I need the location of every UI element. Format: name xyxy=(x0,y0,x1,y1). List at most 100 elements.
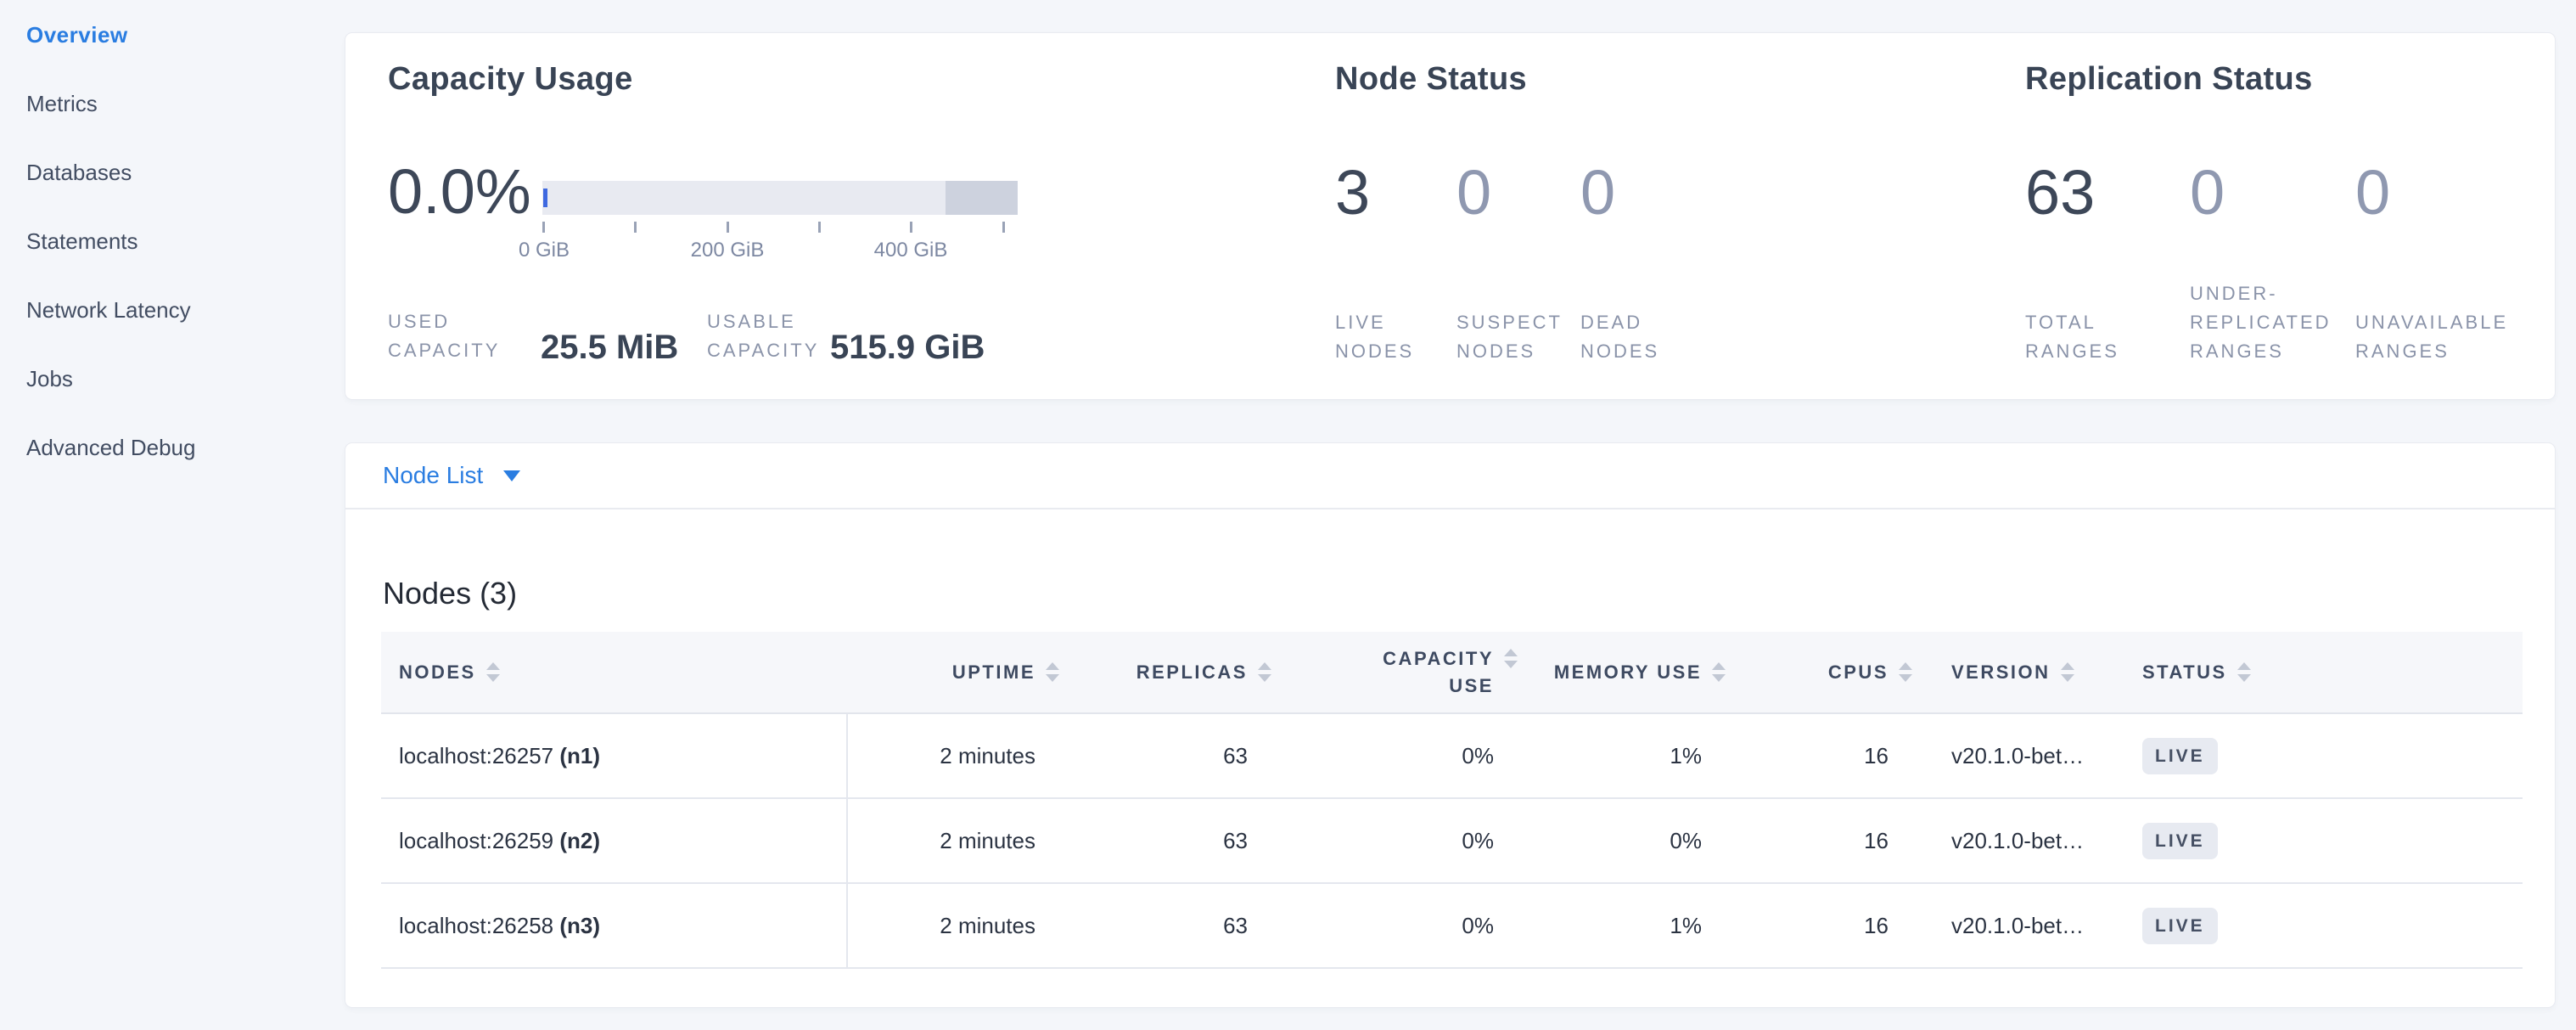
sidebar-item-databases[interactable]: Databases xyxy=(0,160,345,228)
capacity-bar-used-segment xyxy=(543,189,547,207)
status-cell: LIVE xyxy=(2113,883,2523,968)
axis-label: 400 GiB xyxy=(874,239,948,262)
column-header-nodes[interactable]: NODES xyxy=(381,632,847,713)
table-row[interactable]: localhost:26259 (n2) 2 minutes 63 0% 0% … xyxy=(381,798,2523,883)
column-label: UPTIME xyxy=(952,661,1035,684)
sort-icon[interactable] xyxy=(2061,662,2074,682)
column-label: NODES xyxy=(399,661,476,684)
live-nodes-value: 3 xyxy=(1335,160,1454,225)
replicas-cell: 63 xyxy=(1069,883,1282,968)
sidebar-item-metrics[interactable]: Metrics xyxy=(0,91,345,160)
node-status-title: Node Status xyxy=(1335,61,1527,98)
status-badge: LIVE xyxy=(2142,823,2218,859)
version-cell: v20.1.0-bet… xyxy=(1922,883,2113,968)
nodes-section-title: Nodes (3) xyxy=(383,576,517,611)
live-nodes-label: LIVE NODES xyxy=(1335,308,1437,366)
capacity-use-cell: 0% xyxy=(1282,883,1528,968)
node-address: localhost:26258 xyxy=(399,913,553,938)
version-cell: v20.1.0-bet… xyxy=(1922,713,2113,798)
axis-label: 200 GiB xyxy=(691,239,765,262)
sort-icon[interactable] xyxy=(1899,662,1912,682)
used-capacity-stat: USED CAPACITY 25.5 MiB xyxy=(388,307,678,365)
column-header-replicas[interactable]: REPLICAS xyxy=(1069,632,1282,713)
nodes-table: NODES UPTIME REPLICAS CAPACITY USE MEMOR… xyxy=(381,632,2523,969)
replicas-cell: 63 xyxy=(1069,798,1282,883)
node-address-cell[interactable]: localhost:26259 (n2) xyxy=(381,798,847,883)
sidebar-item-statements[interactable]: Statements xyxy=(0,228,345,297)
capacity-used-percent: 0.0% xyxy=(388,159,531,225)
sort-icon[interactable] xyxy=(486,662,500,682)
sidebar-item-advanced-debug[interactable]: Advanced Debug xyxy=(0,435,345,504)
table-row[interactable]: localhost:26257 (n1) 2 minutes 63 0% 1% … xyxy=(381,713,2523,798)
column-label: REPLICAS xyxy=(1136,661,1248,684)
sort-icon[interactable] xyxy=(1712,662,1726,682)
dead-nodes-stat: 0 DEAD NODES xyxy=(1580,160,1699,366)
capacity-bar-chart: 0 GiB 200 GiB 400 GiB xyxy=(542,181,1018,300)
dead-nodes-value: 0 xyxy=(1580,160,1699,225)
sort-icon[interactable] xyxy=(1504,649,1518,668)
axis-label: 0 GiB xyxy=(519,239,570,262)
memory-use-cell: 1% xyxy=(1528,883,1736,968)
table-header-row: NODES UPTIME REPLICAS CAPACITY USE MEMOR… xyxy=(381,632,2523,713)
uptime-cell: 2 minutes xyxy=(847,883,1069,968)
chevron-down-icon xyxy=(503,470,520,481)
used-capacity-label: USED CAPACITY xyxy=(388,307,541,365)
main-content: Capacity Usage 0.0% 0 GiB 200 GiB 400 Gi… xyxy=(345,0,2555,1030)
sidebar-item-network-latency[interactable]: Network Latency xyxy=(0,297,345,366)
column-header-version[interactable]: VERSION xyxy=(1922,632,2113,713)
cpus-cell: 16 xyxy=(1736,713,1922,798)
usable-capacity-stat: USABLE CAPACITY 515.9 GiB xyxy=(707,307,985,365)
uptime-cell: 2 minutes xyxy=(847,713,1069,798)
uptime-cell: 2 minutes xyxy=(847,798,1069,883)
status-badge: LIVE xyxy=(2142,738,2218,774)
node-id: (n1) xyxy=(559,743,600,768)
replicas-cell: 63 xyxy=(1069,713,1282,798)
column-header-status[interactable]: STATUS xyxy=(2113,632,2523,713)
suspect-nodes-label: SUSPECT NODES xyxy=(1456,308,1567,366)
version-cell: v20.1.0-bet… xyxy=(1922,798,2113,883)
under-replicated-ranges-stat: 0 UNDER-REPLICATED RANGES xyxy=(2190,160,2351,366)
column-header-uptime[interactable]: UPTIME xyxy=(847,632,1069,713)
unavailable-ranges-value: 0 xyxy=(2355,160,2525,225)
capacity-use-cell: 0% xyxy=(1282,798,1528,883)
axis-tick xyxy=(910,222,912,233)
node-list-card: Node List Nodes (3) NODES UPTIME REPLICA… xyxy=(345,443,2555,1007)
unavailable-ranges-stat: 0 UNAVAILABLE RANGES xyxy=(2355,160,2525,366)
under-replicated-ranges-value: 0 xyxy=(2190,160,2351,225)
used-capacity-value: 25.5 MiB xyxy=(541,329,678,367)
node-address-cell[interactable]: localhost:26257 (n1) xyxy=(381,713,847,798)
column-header-memory-use[interactable]: MEMORY USE xyxy=(1528,632,1736,713)
node-address: localhost:26259 xyxy=(399,828,553,853)
table-row[interactable]: localhost:26258 (n3) 2 minutes 63 0% 1% … xyxy=(381,883,2523,968)
column-header-capacity-use[interactable]: CAPACITY USE xyxy=(1282,632,1528,713)
view-selector-band: Node List xyxy=(345,443,2555,509)
cluster-summary-card: Capacity Usage 0.0% 0 GiB 200 GiB 400 Gi… xyxy=(345,33,2555,399)
cpus-cell: 16 xyxy=(1736,798,1922,883)
dead-nodes-label: DEAD NODES xyxy=(1580,308,1682,366)
total-ranges-stat: 63 TOTAL RANGES xyxy=(2025,160,2186,366)
sidebar: Overview Metrics Databases Statements Ne… xyxy=(0,0,345,1030)
sidebar-item-jobs[interactable]: Jobs xyxy=(0,366,345,435)
node-address-cell[interactable]: localhost:26258 (n3) xyxy=(381,883,847,968)
total-ranges-label: TOTAL RANGES xyxy=(2025,308,2135,366)
memory-use-cell: 1% xyxy=(1528,713,1736,798)
live-nodes-stat: 3 LIVE NODES xyxy=(1335,160,1454,366)
node-list-dropdown-label: Node List xyxy=(383,462,483,489)
column-label: CAPACITY USE xyxy=(1380,645,1494,700)
cpus-cell: 16 xyxy=(1736,883,1922,968)
sort-icon[interactable] xyxy=(1258,662,1271,682)
sort-icon[interactable] xyxy=(1046,662,1059,682)
status-badge: LIVE xyxy=(2142,908,2218,944)
suspect-nodes-value: 0 xyxy=(1456,160,1575,225)
capacity-bar-reserved-segment xyxy=(946,181,1018,215)
axis-tick xyxy=(542,222,545,233)
column-header-cpus[interactable]: CPUS xyxy=(1736,632,1922,713)
sort-icon[interactable] xyxy=(2237,662,2251,682)
column-label: VERSION xyxy=(1951,661,2051,684)
node-id: (n3) xyxy=(559,913,600,938)
column-label: CPUS xyxy=(1828,661,1889,684)
memory-use-cell: 0% xyxy=(1528,798,1736,883)
sidebar-item-overview[interactable]: Overview xyxy=(0,22,345,91)
app-root: Overview Metrics Databases Statements Ne… xyxy=(0,0,2576,1030)
node-list-dropdown[interactable]: Node List xyxy=(383,462,520,489)
